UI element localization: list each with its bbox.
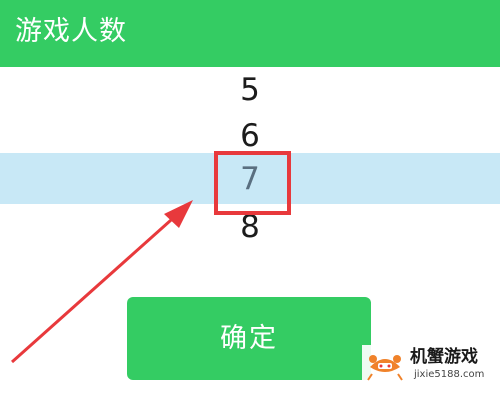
picker-option-6[interactable]: 6 xyxy=(200,116,300,156)
confirm-button[interactable]: 确定 xyxy=(127,297,371,380)
watermark-url: jixie5188.com xyxy=(414,369,485,380)
app-header: 游戏人数 xyxy=(0,0,500,67)
picker-option-5[interactable]: 5 xyxy=(200,70,300,110)
crab-logo-icon xyxy=(367,355,403,381)
page-title: 游戏人数 xyxy=(15,16,127,47)
annotation-highlight-box xyxy=(214,151,291,215)
watermark: 机蟹游戏 jixie5188.com xyxy=(362,345,492,385)
watermark-brand: 机蟹游戏 xyxy=(410,347,478,367)
